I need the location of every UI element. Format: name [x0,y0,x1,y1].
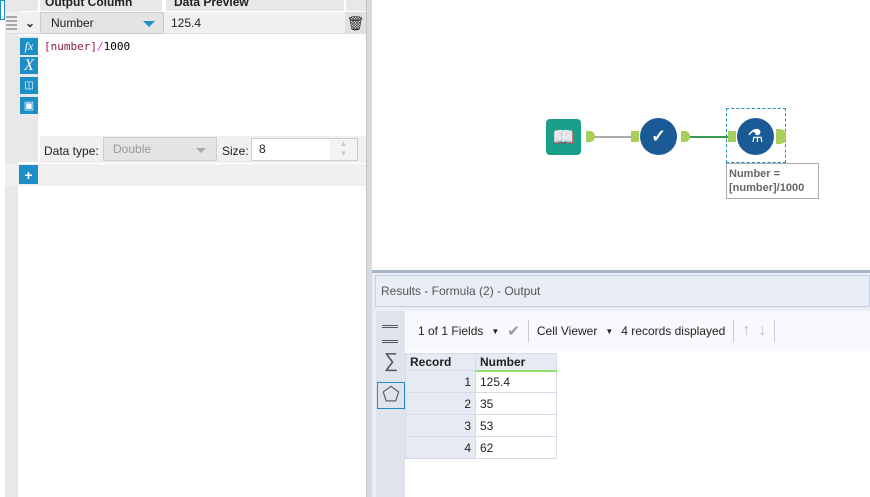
size-input[interactable]: 8 ▲ ▼ [251,138,358,161]
chevron-down-icon[interactable]: ⌄ [20,12,40,34]
checkmark-icon[interactable]: ✔ [507,322,520,340]
header-data-preview: Data Preview [166,0,344,11]
formula-config-panel: Output Column Data Preview ⌄ Number 125.… [0,0,366,497]
connection-line [595,136,631,138]
formula-row: ⌄ Number 125.4 🗑 [5,12,366,34]
trash-icon[interactable]: 🗑 [345,12,366,34]
table-row[interactable]: 4 62 [405,436,557,459]
dropdown-arrow-icon[interactable]: ▼ [605,327,613,336]
add-formula-button[interactable]: + [19,165,38,184]
open-folder-icon[interactable]: ◫ [20,77,38,94]
input-anchor[interactable] [728,131,736,142]
tool-annotation: Number = [number]/1000 [726,163,819,199]
drag-handle-icon[interactable] [6,16,17,30]
output-anchor[interactable] [586,131,595,142]
results-panel: Results - Formula (2) - Output ∑ ⬠ 1 of … [372,273,870,497]
save-icon[interactable]: ▣ [20,97,38,114]
input-anchor[interactable] [631,131,639,142]
output-column-select[interactable]: Number [40,12,164,34]
select-tool-icon[interactable]: ✓ [640,118,677,155]
results-toolbar: 1 of 1 Fields ▼ ✔ Cell Viewer ▼ 4 record… [405,311,870,351]
size-stepper[interactable]: ▲ ▼ [330,139,357,160]
dropdown-arrow-icon[interactable]: ▼ [491,327,499,336]
table-row[interactable]: 2 35 [405,392,557,415]
variable-icon[interactable]: X [20,57,38,74]
data-type-label: Data type: [44,144,99,158]
output-anchor[interactable] [681,131,690,142]
table-row[interactable]: 1 125.4 [405,370,557,393]
data-preview-value: 125.4 [171,16,202,30]
output-anchor[interactable] [776,129,786,144]
workflow-canvas[interactable]: 📖 ✓ ⚗ Number = [number]/1000 [372,0,870,270]
records-count: 4 records displayed [621,324,726,338]
results-title: Results - Formula (2) - Output [375,275,870,307]
column-header-record[interactable]: Record [405,353,476,371]
table-row[interactable]: 3 53 [405,414,557,437]
arrow-down-icon[interactable]: ↓ [758,322,766,340]
function-icon[interactable]: fx [20,38,38,55]
dropdown-arrow-icon [196,148,206,153]
data-type-select[interactable]: Double [103,137,217,161]
results-sidebar: ∑ ⬠ [376,311,405,497]
column-header-number[interactable]: Number [475,353,557,372]
dropdown-arrow-icon [143,21,155,27]
connection-line [690,136,728,138]
results-table: Record Number 1 125.4 2 35 3 53 4 62 [405,353,557,459]
gutter [5,0,18,497]
cell-viewer-dropdown[interactable]: Cell Viewer [537,324,597,338]
expression-editor[interactable]: [number]/1000 [40,36,366,136]
header-output-column: Output Column [40,0,162,11]
size-label: Size: [222,144,249,158]
arrow-up-icon[interactable]: ↑ [742,322,750,340]
input-data-tool-icon[interactable]: 📖 [546,119,581,155]
formula-tool-icon[interactable]: ⚗ [737,118,774,155]
sigma-icon[interactable]: ∑ [380,349,402,373]
metadata-tag-icon[interactable]: ⬠ [377,382,405,409]
fields-dropdown[interactable]: 1 of 1 Fields [418,324,483,338]
table-view-icon[interactable] [382,325,398,343]
